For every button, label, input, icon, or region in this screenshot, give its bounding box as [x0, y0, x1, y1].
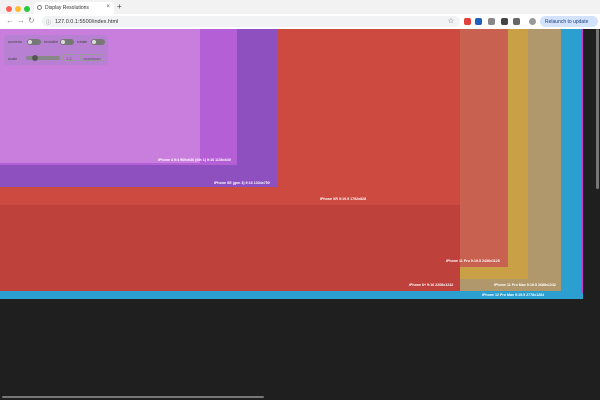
screens-label: screens [8, 39, 23, 44]
extension-icon[interactable] [488, 18, 495, 25]
page-viewport: iPhone 4 9:4 960x640 (6th 1) 9:16 1136x6… [0, 29, 600, 400]
extension-icon[interactable] [475, 18, 482, 25]
address-bar[interactable]: ⓘ 127.0.0.1:5500/index.html ☆ [42, 16, 460, 27]
relaunch-button[interactable]: Relaunch to update [540, 16, 598, 27]
reload-icon[interactable]: ↻ [28, 16, 35, 25]
bookmark-star-icon[interactable]: ☆ [448, 17, 454, 25]
forward-icon[interactable]: → [17, 16, 25, 25]
profile-avatar[interactable] [529, 18, 536, 25]
resolution-label: iPhone SE (gen 3) 9:16 1334x750 [214, 181, 270, 185]
download-button[interactable]: download [80, 54, 104, 61]
vertical-scrollbar[interactable] [596, 29, 599, 189]
relaunch-label: Relaunch to update [545, 19, 589, 25]
minimize-window-button[interactable] [15, 6, 21, 12]
scale-slider-thumb[interactable] [32, 55, 38, 61]
extension-icon[interactable] [464, 18, 471, 25]
scale-label: scale [8, 56, 18, 61]
resolution-label: iPhone 4 9:4 960x640 (6th 1) 9:16 1136x6… [158, 158, 231, 162]
scale-value: 1.2 [62, 54, 76, 61]
close-tab-icon[interactable]: × [106, 4, 110, 10]
puzzle-icon[interactable] [513, 18, 520, 25]
maximize-window-button[interactable] [24, 6, 30, 12]
resolution-label: iPhone 11 Pro Max 9:19.5 2688x1242 [494, 283, 556, 287]
resolution-label: iPhone 12 Pro Max 9:19.5 2778x1284 [482, 293, 545, 297]
rotate-label: rotate [77, 39, 88, 44]
invisible-label: invisible [44, 39, 59, 44]
new-tab-button[interactable]: + [117, 2, 122, 11]
navigation-bar: ← → ↻ ⓘ 127.0.0.1:5500/index.html ☆ Rela… [0, 14, 600, 29]
resolution-label: iPhone XR 9:19.5 1792x828 [320, 197, 367, 201]
resolution-rect [581, 29, 583, 293]
resolution-label: iPhone 6+ 9:16 2208x1242 [409, 283, 454, 287]
browser-chrome: Display Resolutions × + ← → ↻ ⓘ 127.0.0.… [0, 0, 600, 29]
rotate-toggle[interactable] [91, 39, 105, 45]
invisible-toggle[interactable] [60, 39, 74, 45]
close-window-button[interactable] [6, 6, 12, 12]
tab-display-resolutions[interactable]: Display Resolutions × [34, 2, 114, 14]
controls-panel: screens invisible rotate scale 1.2 downl… [4, 35, 108, 65]
globe-icon [37, 5, 42, 10]
tab-title: Display Resolutions [45, 5, 89, 11]
resolution-label: iPhone 11 Pro 9:19.5 2436x1125 [446, 259, 500, 263]
scale-slider[interactable] [26, 55, 60, 61]
site-info-icon[interactable]: ⓘ [46, 19, 51, 26]
screens-toggle[interactable] [27, 39, 41, 45]
url-text: 127.0.0.1:5500/index.html [55, 18, 119, 25]
back-icon[interactable]: ← [6, 16, 14, 25]
extension-icon[interactable] [501, 18, 508, 25]
horizontal-scrollbar[interactable] [2, 396, 264, 398]
